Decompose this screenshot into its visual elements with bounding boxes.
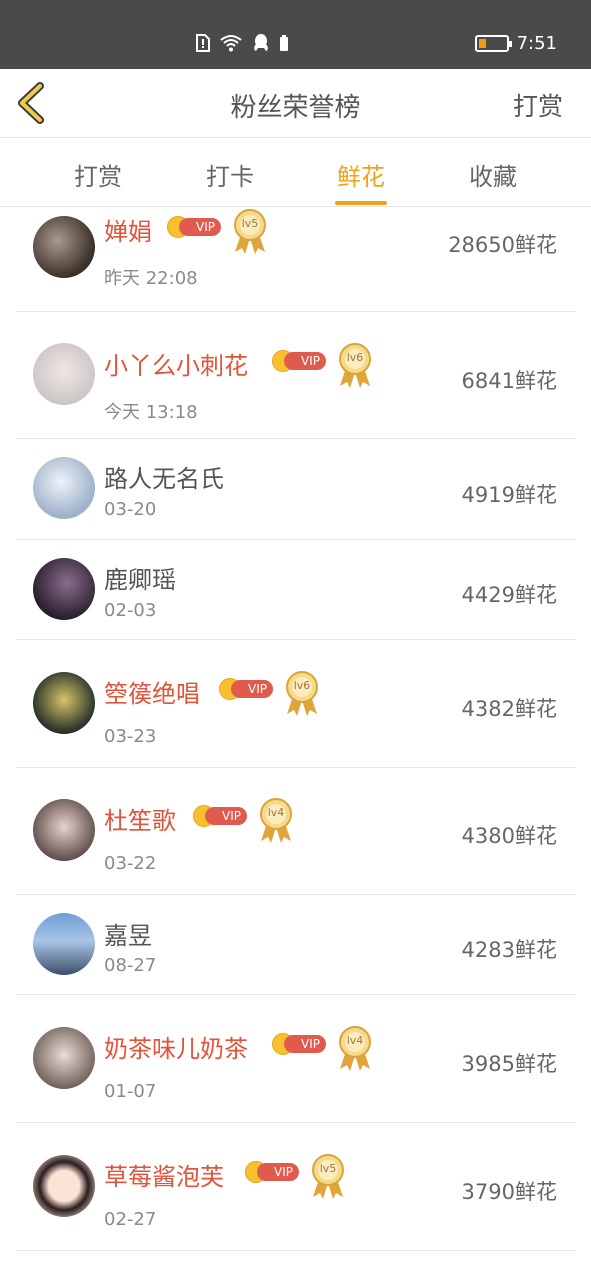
tab-checkin[interactable]: 打卡 — [195, 157, 265, 192]
user-name: 嘉昱 — [104, 922, 152, 950]
title-bar: 粉丝荣誉榜 打赏 — [0, 69, 591, 138]
vip-badge: VIP — [219, 678, 273, 700]
vip-label: VIP — [205, 807, 247, 825]
user-name: 杜笙歌 — [104, 807, 176, 835]
level-label: lv4 — [267, 806, 285, 819]
avatar — [33, 1027, 95, 1089]
level-medal-icon: lv6 — [283, 670, 321, 718]
user-name: 草莓酱泡芙 — [104, 1163, 224, 1191]
user-name: 箜篌绝唱 — [104, 680, 200, 708]
battery-saver-icon — [280, 35, 288, 51]
status-right: 7:51 — [474, 33, 557, 54]
flower-count: 3985鲜花 — [461, 1052, 557, 1076]
tab-label: 鲜花 — [337, 163, 385, 191]
status-bar: 7:51 — [0, 0, 591, 69]
list-item[interactable]: 嘉昱 08-27 4283鲜花 — [16, 895, 575, 995]
user-badges: VIP lv4 — [193, 797, 295, 845]
tab-label: 收藏 — [469, 163, 517, 191]
list-item[interactable]: 草莓酱泡芙 VIP lv5 02-27 3790鲜花 — [16, 1123, 575, 1251]
flower-count: 6841鲜花 — [461, 369, 557, 393]
tab-bar: 打赏 打卡 鲜花 收藏 — [0, 139, 591, 207]
status-icons — [196, 33, 289, 53]
wifi-icon — [220, 35, 242, 52]
battery-icon — [474, 35, 512, 52]
user-name: 鹿卿瑶 — [104, 566, 176, 594]
avatar — [33, 913, 95, 975]
vip-badge: VIP — [272, 1033, 326, 1055]
fan-ranking-list: 婵娟 VIP lv5 昨天 22:08 28650鲜花 小丫么小刺花 VIP l… — [0, 208, 591, 1280]
flower-count: 4283鲜花 — [461, 938, 557, 962]
vip-label: VIP — [284, 1035, 326, 1053]
flower-count: 28650鲜花 — [448, 233, 557, 257]
list-item[interactable]: 婵娟 VIP lv5 昨天 22:08 28650鲜花 — [16, 208, 575, 312]
level-label: lv5 — [319, 1162, 337, 1175]
time-label: 昨天 22:08 — [104, 268, 198, 289]
avatar — [33, 799, 95, 861]
user-badges: VIP lv6 — [219, 670, 321, 718]
vip-badge: VIP — [272, 350, 326, 372]
time-label: 02-27 — [104, 1209, 157, 1230]
sim-alert-icon — [196, 34, 210, 52]
tab-flowers[interactable]: 鲜花 — [326, 157, 396, 205]
user-name: 婵娟 — [104, 218, 152, 246]
page-title: 粉丝荣誉榜 — [230, 93, 361, 123]
user-name: 奶茶味儿奶茶 — [104, 1035, 248, 1063]
flower-count: 4382鲜花 — [461, 697, 557, 721]
level-label: lv4 — [346, 1034, 364, 1047]
time-label: 今天 13:18 — [104, 402, 198, 423]
flower-count: 4429鲜花 — [461, 583, 557, 607]
flower-count: 4919鲜花 — [461, 483, 557, 507]
vip-label: VIP — [284, 352, 326, 370]
level-medal-icon: lv5 — [231, 208, 269, 256]
avatar — [33, 216, 95, 278]
vip-label: VIP — [257, 1163, 299, 1181]
list-item[interactable]: 奶茶味儿奶茶 VIP lv4 01-07 3985鲜花 — [16, 995, 575, 1123]
user-name: 路人无名氏 — [104, 465, 224, 493]
tab-label: 打赏 — [74, 163, 122, 191]
vip-badge: VIP — [167, 216, 221, 238]
time-label: 02-03 — [104, 600, 157, 621]
tab-reward[interactable]: 打赏 — [63, 157, 133, 192]
tab-favorites[interactable]: 收藏 — [458, 157, 528, 192]
tab-active-indicator — [335, 201, 387, 205]
list-item[interactable]: 鹿卿瑶 02-03 4429鲜花 — [16, 540, 575, 640]
level-medal-icon: lv4 — [336, 1025, 374, 1073]
time-label: 03-23 — [104, 726, 157, 747]
avatar — [33, 343, 95, 405]
list-item[interactable]: 箜篌绝唱 VIP lv6 03-23 4382鲜花 — [16, 640, 575, 768]
avatar — [33, 1155, 95, 1217]
avatar — [33, 558, 95, 620]
avatar — [33, 457, 95, 519]
flower-count: 4380鲜花 — [461, 824, 557, 848]
vip-badge: VIP — [193, 805, 247, 827]
vip-label: VIP — [179, 218, 221, 236]
reward-action-button[interactable]: 打赏 — [513, 87, 563, 123]
time-label: 03-22 — [104, 853, 157, 874]
time-label: 03-20 — [104, 499, 157, 520]
qq-icon — [254, 34, 268, 51]
user-badges: VIP lv5 — [245, 1153, 347, 1201]
user-badges: VIP lv5 — [167, 208, 269, 256]
vip-badge: VIP — [245, 1161, 299, 1183]
level-label: lv6 — [293, 679, 311, 692]
level-medal-icon: lv4 — [257, 797, 295, 845]
level-medal-icon: lv5 — [309, 1153, 347, 1201]
level-label: lv5 — [241, 217, 259, 230]
vip-label: VIP — [231, 680, 273, 698]
level-label: lv6 — [346, 351, 364, 364]
time-label: 08-27 — [104, 955, 157, 976]
flower-count: 3790鲜花 — [461, 1180, 557, 1204]
tab-label: 打卡 — [206, 163, 254, 191]
status-time: 7:51 — [516, 33, 557, 54]
time-label: 01-07 — [104, 1081, 157, 1102]
user-badges: VIP lv4 — [272, 1025, 374, 1073]
avatar — [33, 672, 95, 734]
list-item[interactable]: 杜笙歌 VIP lv4 03-22 4380鲜花 — [16, 768, 575, 895]
user-badges: VIP lv6 — [272, 342, 374, 390]
list-item[interactable]: 路人无名氏 03-20 4919鲜花 — [16, 439, 575, 540]
level-medal-icon: lv6 — [336, 342, 374, 390]
list-item[interactable]: 小丫么小刺花 VIP lv6 今天 13:18 6841鲜花 — [16, 312, 575, 439]
user-name: 小丫么小刺花 — [104, 352, 248, 380]
